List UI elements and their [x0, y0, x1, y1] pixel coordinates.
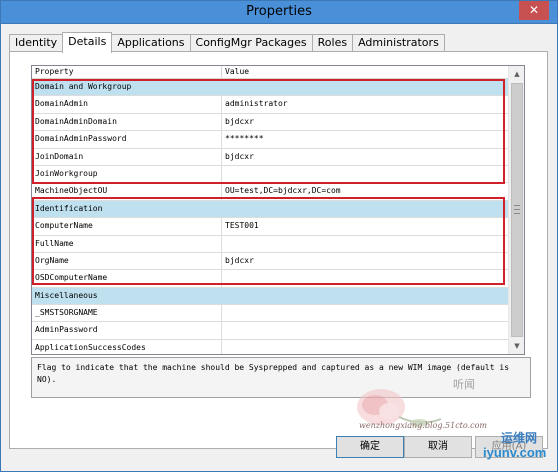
- table-row[interactable]: DomainAdminDomain bjdcxr: [32, 113, 509, 132]
- close-icon: ✕: [528, 3, 540, 17]
- grid-rows: Domain and Workgroup DomainAdmin administr…: [32, 79, 509, 354]
- property-value[interactable]: [222, 340, 509, 354]
- site-logo-name: 运维网: [501, 431, 538, 445]
- window-title: Properties: [246, 4, 312, 19]
- grip-icon: [514, 205, 520, 214]
- table-row[interactable]: DomainAdminPassword ********: [32, 131, 509, 149]
- title-bar[interactable]: Properties ✕: [1, 1, 557, 23]
- table-row[interactable]: OrgName bjdcxr: [32, 252, 509, 271]
- property-value[interactable]: [222, 236, 509, 252]
- property-value: [222, 288, 509, 304]
- property-name: _SMSTSORGNAME: [32, 305, 222, 322]
- property-name: ComputerName: [32, 218, 222, 235]
- close-button[interactable]: ✕: [519, 1, 549, 20]
- table-row[interactable]: ComputerName TEST001: [32, 218, 509, 236]
- watermark-blog: wenzhongxiang.blog.51cto.com: [359, 421, 487, 430]
- table-row[interactable]: JoinWorkgroup: [32, 165, 509, 184]
- column-header-property[interactable]: Property: [32, 66, 222, 78]
- category-label: Identification: [32, 200, 222, 218]
- property-value[interactable]: ********: [222, 131, 509, 147]
- category-row[interactable]: Miscellaneous: [32, 287, 509, 306]
- property-grid[interactable]: Property Value Domain and Workgroup Domai…: [31, 65, 525, 355]
- tab-applications[interactable]: Applications: [111, 34, 191, 52]
- watermark-author: 听闻: [453, 378, 475, 391]
- property-value: [222, 79, 509, 95]
- property-name: DomainAdminDomain: [32, 113, 222, 131]
- property-name: JoinWorkgroup: [32, 165, 222, 183]
- cancel-button[interactable]: 取消: [404, 436, 472, 458]
- property-value[interactable]: [222, 166, 509, 182]
- table-row[interactable]: DomainAdmin administrator: [32, 96, 509, 114]
- table-row[interactable]: FullName: [32, 235, 509, 253]
- scroll-thumb[interactable]: [511, 83, 523, 337]
- scroll-down-icon[interactable]: ▼: [509, 338, 524, 354]
- property-value[interactable]: bjdcxr: [222, 253, 509, 269]
- property-name: DomainAdmin: [32, 96, 222, 113]
- site-logo-url: iyunv.com: [483, 445, 547, 460]
- table-row[interactable]: _SMSTSORGNAME: [32, 305, 509, 323]
- tab-configmgr-packages[interactable]: ConfigMgr Packages: [189, 34, 313, 52]
- property-name: DomainAdminPassword: [32, 131, 222, 148]
- property-name: ApplicationSuccessCodes: [32, 339, 222, 354]
- category-row[interactable]: Domain and Workgroup: [32, 79, 509, 97]
- property-value[interactable]: TEST001: [222, 218, 509, 234]
- table-row[interactable]: JoinDomain bjdcxr: [32, 148, 509, 166]
- property-value[interactable]: administrator: [222, 96, 509, 112]
- category-label: Domain and Workgroup: [32, 79, 222, 96]
- property-name: FullName: [32, 235, 222, 252]
- property-value[interactable]: bjdcxr: [222, 114, 509, 130]
- property-value[interactable]: [222, 270, 509, 286]
- property-name: AdminPassword: [32, 322, 222, 339]
- property-name: JoinDomain: [32, 148, 222, 165]
- property-value[interactable]: OU=test,DC=bjdcxr,DC=com: [222, 183, 509, 199]
- scroll-up-icon[interactable]: ▲: [509, 66, 524, 82]
- table-row[interactable]: AdminPassword: [32, 322, 509, 340]
- property-value[interactable]: bjdcxr: [222, 149, 509, 165]
- category-label: Miscellaneous: [32, 287, 222, 305]
- vertical-scrollbar[interactable]: ▲ ▼: [508, 66, 524, 354]
- table-row[interactable]: ApplicationSuccessCodes: [32, 339, 509, 354]
- tab-details[interactable]: Details: [62, 32, 113, 53]
- site-logo: 运维网 iyunv.com: [479, 429, 558, 471]
- grid-header: Property Value: [32, 66, 509, 79]
- category-row[interactable]: Identification: [32, 200, 509, 219]
- dialog-body: Identity Details Applications ConfigMgr …: [1, 23, 557, 471]
- property-name: OrgName: [32, 252, 222, 270]
- tab-identity[interactable]: Identity: [9, 34, 64, 52]
- tab-strip: Identity Details Applications ConfigMgr …: [9, 32, 445, 53]
- property-name: OSDComputerName: [32, 270, 222, 287]
- table-row[interactable]: MachineObjectOU OU=test,DC=bjdcxr,DC=com: [32, 183, 509, 201]
- property-value[interactable]: [222, 322, 509, 338]
- property-grid-content: Property Value Domain and Workgroup Domai…: [32, 66, 509, 354]
- properties-window: Properties ✕ Identity Details Applicatio…: [0, 0, 558, 472]
- column-header-value[interactable]: Value: [222, 66, 249, 78]
- property-name: MachineObjectOU: [32, 183, 222, 200]
- tab-roles[interactable]: Roles: [311, 34, 354, 52]
- ok-button[interactable]: 确定: [336, 436, 404, 458]
- property-value: [222, 201, 509, 217]
- tab-administrators[interactable]: Administrators: [352, 34, 445, 52]
- property-value[interactable]: [222, 305, 509, 321]
- table-row[interactable]: OSDComputerName: [32, 270, 509, 288]
